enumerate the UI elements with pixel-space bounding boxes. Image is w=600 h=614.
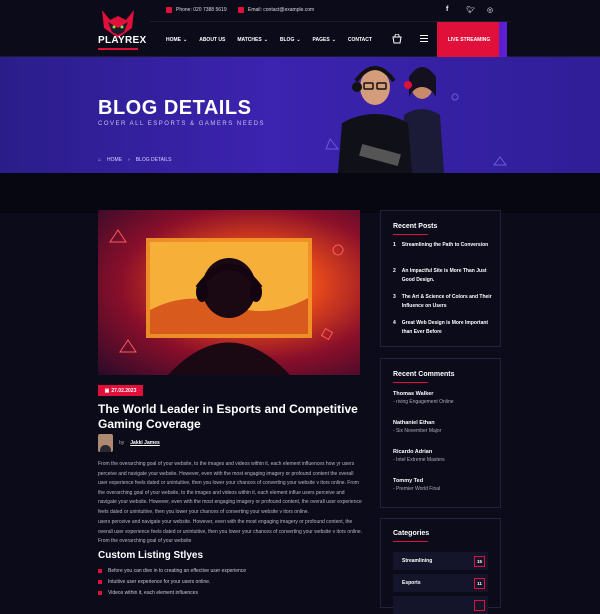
categories-widget: Categories Streamlining 15 Esports 11 <box>380 518 501 614</box>
category-name: Esports <box>402 580 421 586</box>
live-streaming-label: LIVE STREAMING <box>447 36 491 43</box>
recent-posts-widget: Recent Posts 1 Streamlining the Path to … <box>380 210 501 347</box>
recent-post-item[interactable]: 2 An Impactful Site is More Than Just Go… <box>393 267 493 285</box>
recent-post-number: 2 <box>393 268 396 274</box>
recent-post-item[interactable]: 1 Streamlining the Path to Conversion <box>393 241 493 250</box>
site-header: PLAYREX Phone: 020 7388 5619 Email: cont… <box>0 0 600 57</box>
category-count <box>474 599 485 611</box>
comment-item[interactable]: Tommy Ted - Premier World Final <box>393 478 440 492</box>
recent-post-number: 3 <box>393 294 396 300</box>
comment-author: Tommy Ted <box>393 478 424 484</box>
post-featured-image <box>98 210 360 375</box>
chevron-down-icon: ⌄ <box>263 37 268 43</box>
post-author: by Jakki James <box>98 434 160 452</box>
nav-item-pages[interactable]: PAGES ⌄ <box>313 37 336 43</box>
comment-item[interactable]: Ricardo Adrian - Intel Extreme Masters <box>393 449 445 463</box>
comment-author: Ricardo Adrian <box>393 449 433 455</box>
page-title: BLOG DETAILS <box>98 97 252 119</box>
logo-underline <box>98 48 138 50</box>
comment-text: - riving Engagement Online <box>393 399 454 405</box>
comment-text: - Premier World Final <box>393 486 441 492</box>
comment-item[interactable]: Thomas Walker - riving Engagement Online <box>393 391 454 405</box>
recent-post-number: 4 <box>393 320 396 326</box>
banner-decoration <box>325 93 507 166</box>
section-spacer <box>0 173 600 213</box>
recent-post-title: An Impactful Site is More Than Just Good… <box>401 268 487 283</box>
twitter-icon[interactable]: 🐦︎ <box>466 6 475 14</box>
phone-contact[interactable]: Phone: 020 7388 5619 <box>166 7 227 13</box>
logo-text[interactable]: PLAYREX <box>98 35 146 46</box>
widget-title: Recent Posts <box>393 223 438 235</box>
email-icon <box>238 7 244 13</box>
recent-post-item[interactable]: 4 Great Web Design is More Important tha… <box>393 319 493 337</box>
post-paragraph-1: From the overarching goal of your websit… <box>98 461 362 515</box>
email-contact[interactable]: Email: contact@example.com <box>238 7 314 13</box>
recent-post-item[interactable]: 3 The Art & Science of Colors and Their … <box>393 293 493 311</box>
list-item: Before you can dive in to creating an ef… <box>98 565 246 576</box>
breadcrumb-current: BLOG DETAILS <box>135 157 172 163</box>
phone-icon <box>166 7 172 13</box>
email-text: Email: contact@example.com <box>248 7 315 13</box>
nav-item-contact[interactable]: CONTACT <box>348 37 372 43</box>
recent-post-title: Streamlining the Path to Conversion <box>401 242 489 248</box>
post-title: The World Leader in Esports and Competit… <box>98 402 358 431</box>
gamers-image <box>338 66 444 173</box>
page-banner: BLOG DETAILS COVER ALL ESPORTS & GAMERS … <box>0 57 600 173</box>
main-nav: HOME ⌄ ABOUT US MATCHES ⌄ BLOG ⌄ PAGES ⌄ CON… <box>166 37 372 43</box>
category-name: Streamlining <box>402 558 433 564</box>
post-date: 27.02.2023 <box>111 387 137 394</box>
breadcrumb: ⌂ HOME › BLOG DETAILS <box>98 157 171 163</box>
page-subtitle: COVER ALL ESPORTS & GAMERS NEEDS <box>98 121 266 127</box>
nav-item-matches[interactable]: MATCHES ⌄ <box>237 37 268 43</box>
post-bullet-list: Before you can dive in to creating an ef… <box>98 565 246 598</box>
cart-icon[interactable] <box>392 34 402 44</box>
post-paragraph-2: users perceive and navigate your website… <box>98 519 363 545</box>
breadcrumb-home[interactable]: HOME <box>107 157 122 163</box>
calendar-icon: ▣ <box>104 387 110 394</box>
recent-post-title: The Art & Science of Colors and Their In… <box>401 294 492 309</box>
category-count: 11 <box>474 577 485 589</box>
chevron-down-icon: ⌄ <box>331 37 336 43</box>
category-item-esports[interactable]: Esports 11 <box>393 574 488 592</box>
list-item: Intuitive user experience for your users… <box>98 576 246 587</box>
category-item[interactable] <box>393 596 488 614</box>
author-prefix: by <box>119 440 125 446</box>
comment-text: - Six November Major <box>393 428 442 434</box>
post-subheading: Custom Listing Stlyes <box>98 550 204 561</box>
comment-author: Thomas Walker <box>393 391 434 397</box>
recent-comments-widget: Recent Comments Thomas Walker - riving E… <box>380 358 501 508</box>
category-item-streamlining[interactable]: Streamlining 15 <box>393 552 488 570</box>
recent-post-title: Great Web Design is More Important than … <box>401 320 489 335</box>
widget-title: Recent Comments <box>393 371 455 383</box>
chevron-down-icon: ⌄ <box>296 37 301 43</box>
chevron-down-icon: ⌄ <box>183 37 188 43</box>
live-streaming-button[interactable]: LIVE STREAMING <box>437 22 507 57</box>
top-bar: Phone: 020 7388 5619 Email: contact@exam… <box>150 0 510 22</box>
instagram-icon[interactable]: ◎ <box>487 6 493 14</box>
home-icon[interactable]: ⌂ <box>98 157 101 163</box>
facebook-icon[interactable]: f <box>446 6 448 13</box>
category-count: 15 <box>474 555 485 567</box>
nav-item-about-us[interactable]: ABOUT US <box>199 37 225 43</box>
comment-text: - Intel Extreme Masters <box>393 457 445 463</box>
recent-post-number: 1 <box>393 242 396 248</box>
nav-item-home[interactable]: HOME ⌄ <box>166 37 187 43</box>
comment-author: Nathaniel Ethan <box>393 420 435 426</box>
comment-item[interactable]: Nathaniel Ethan - Six November Major <box>393 420 441 434</box>
author-name[interactable]: Jakki James <box>130 440 159 446</box>
widget-title: Categories <box>393 530 430 542</box>
avatar <box>98 434 113 452</box>
chevron-right-icon: › <box>128 157 130 163</box>
nav-item-blog[interactable]: BLOG ⌄ <box>280 37 301 43</box>
list-item: Videos within it, each element influence… <box>98 587 246 598</box>
phone-text: Phone: 020 7388 5619 <box>176 7 227 13</box>
menu-icon[interactable] <box>420 35 428 42</box>
post-date-badge: ▣ 27.02.2023 <box>98 385 143 396</box>
